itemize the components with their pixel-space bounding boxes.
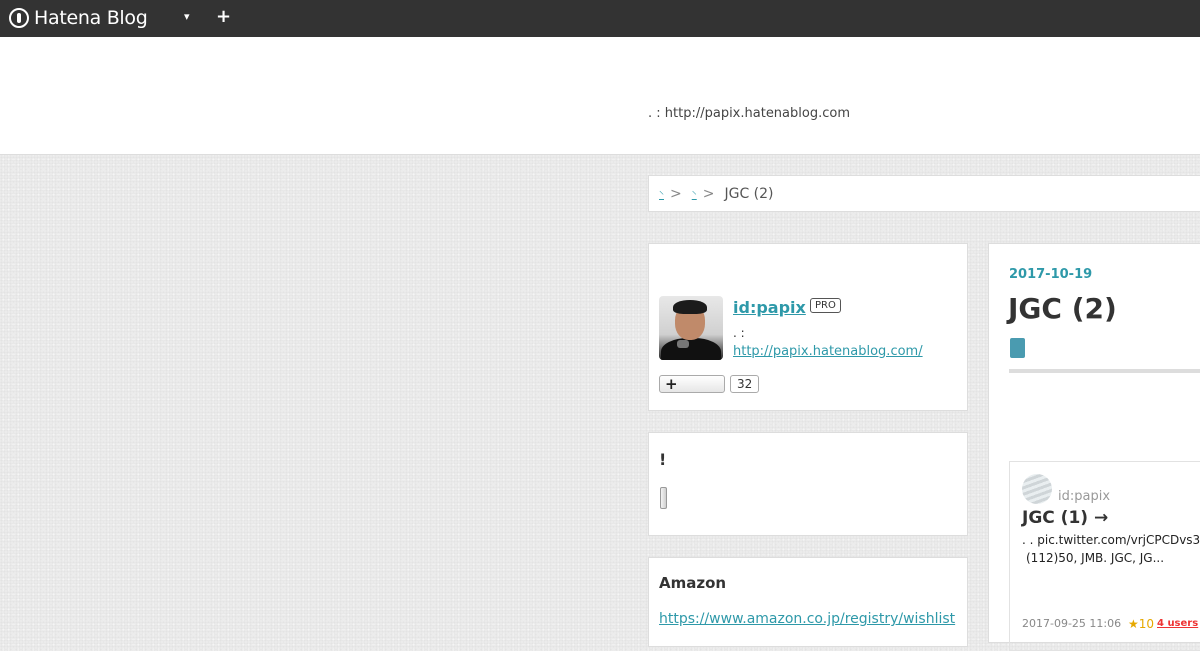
breadcrumb-link-home[interactable]: ⸌ <box>659 187 664 201</box>
add-icon[interactable]: + <box>216 6 231 27</box>
follower-count[interactable]: 32 <box>730 375 760 393</box>
category-tag[interactable] <box>1010 338 1025 358</box>
excerpt-line: (112)50, JMB. JGC, JG... <box>1026 551 1165 565</box>
breadcrumb-separator: > <box>670 185 682 202</box>
entry-date-link[interactable]: 2017-10-19 <box>1009 267 1092 282</box>
pro-badge: PRO <box>810 298 841 313</box>
amazon-module: Amazon https://www.amazon.co.jp/registry… <box>648 557 968 647</box>
follow-button[interactable]: + <box>659 375 725 393</box>
amazon-wishlist-link[interactable]: https://www.amazon.co.jp/registry/wishli… <box>659 611 955 627</box>
breadcrumb-current: JGC (2) <box>724 185 774 202</box>
chevron-down-icon[interactable]: ▾ <box>184 10 190 23</box>
excerpt-line: . . pic.twitter.com/vrjCPCDvs3 <box>1022 533 1200 547</box>
profile-module: id:papix PRO . : http://papix.hatenablog… <box>648 243 968 411</box>
entry-title[interactable]: JGC (2) <box>1008 292 1117 325</box>
breadcrumb-separator: > <box>702 185 715 202</box>
avatar[interactable] <box>659 296 723 360</box>
notice-module: ! <box>648 432 968 536</box>
blog-description: . : http://papix.hatenablog.com <box>648 106 850 121</box>
profile-url-link[interactable]: http://papix.hatenablog.com/ <box>733 344 923 359</box>
profile-description: . : <box>733 326 745 340</box>
hatena-blog-logo[interactable]: Hatena Blog <box>9 7 148 29</box>
notice-title: ! <box>659 450 667 469</box>
logo-text: Hatena Blog <box>34 7 148 29</box>
amazon-title: Amazon <box>659 574 727 592</box>
blog-header: . : http://papix.hatenablog.com <box>0 37 1200 155</box>
top-navigation-bar: Hatena Blog ▾ + <box>0 0 1200 37</box>
hatena-logo-icon <box>9 8 29 28</box>
breadcrumb-link-category[interactable]: ⸌ <box>692 187 697 201</box>
related-entry-user: id:papix <box>1058 489 1111 504</box>
related-entry-title[interactable]: JGC (1) → <box>1022 508 1108 528</box>
breadcrumb: ⸌ > ⸌ > JGC (2) <box>648 175 1200 212</box>
user-avatar-icon <box>1022 474 1052 504</box>
related-entry-excerpt: . . pic.twitter.com/vrjCPCDvs3 (112)50, … <box>1022 531 1200 567</box>
profile-id-link[interactable]: id:papix <box>733 298 806 317</box>
related-entry-card[interactable]: id:papix JGC (1) → . . pic.twitter.com/v… <box>1009 461 1200 651</box>
article-entry: 2017-10-19 JGC (2) id:papix JGC (1) → . … <box>988 243 1200 651</box>
divider <box>1009 369 1200 373</box>
star-count[interactable]: ★10 <box>1128 617 1154 631</box>
related-entry-time: 2017-09-25 11:06 <box>1022 617 1122 630</box>
bookmark-count-link[interactable]: 4 users <box>1157 618 1198 629</box>
notice-widget-button[interactable] <box>660 487 667 509</box>
plus-icon: + <box>665 375 678 393</box>
